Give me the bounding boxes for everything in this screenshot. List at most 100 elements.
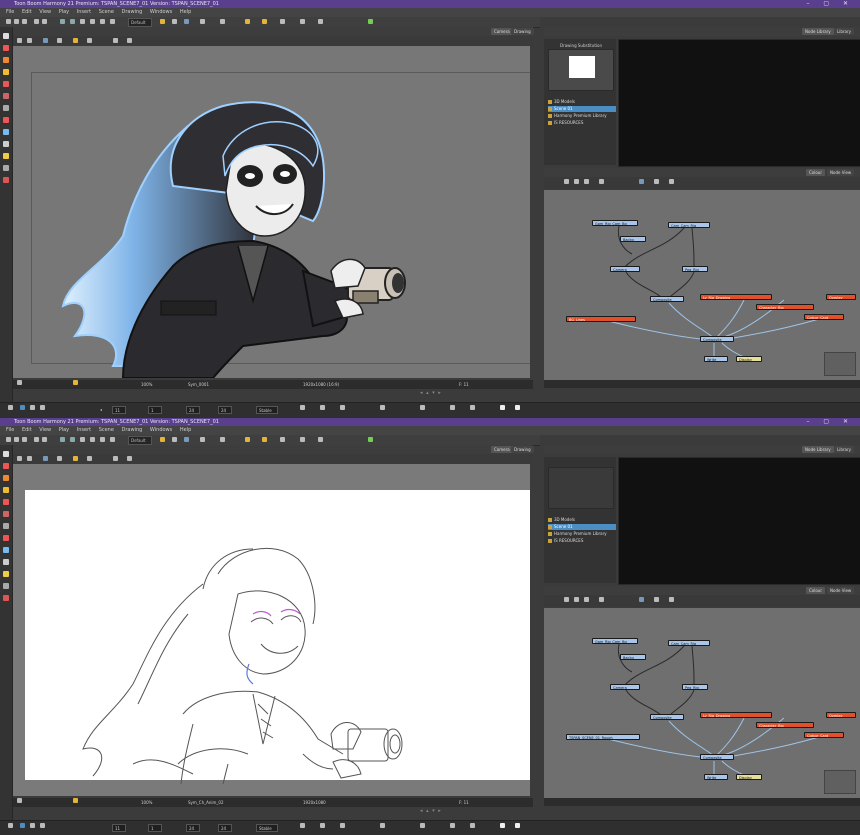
- ease-icon[interactable]: [500, 405, 505, 410]
- camera-icon[interactable]: [184, 19, 189, 24]
- paint-tool-icon[interactable]: [110, 437, 115, 442]
- status-onion-icon[interactable]: [73, 798, 78, 803]
- morph-icon[interactable]: [3, 177, 9, 183]
- rotate-view-icon[interactable]: [27, 456, 32, 461]
- menu-view[interactable]: View: [39, 427, 51, 433]
- tab-colour[interactable]: Colour: [806, 169, 825, 176]
- graph-node[interactable]: Ly_Rig_Drawing: [700, 294, 772, 300]
- node-tool-icon[interactable]: [599, 179, 604, 184]
- key-icon[interactable]: [320, 823, 325, 828]
- fps-field[interactable]: 24: [218, 406, 232, 414]
- tab-drawing[interactable]: Drawing: [511, 28, 534, 35]
- tree-item-selected[interactable]: Scene 01: [548, 524, 616, 530]
- graph-node[interactable]: Backg: [620, 654, 646, 660]
- node-tool-icon[interactable]: [564, 597, 569, 602]
- text-icon[interactable]: [3, 69, 9, 75]
- loop-playback-icon[interactable]: [40, 405, 45, 410]
- menu-insert[interactable]: Insert: [77, 9, 91, 15]
- node-tool-icon[interactable]: [599, 597, 604, 602]
- status-onion-icon[interactable]: [73, 380, 78, 385]
- redo-icon[interactable]: [42, 19, 47, 24]
- menu-drawing[interactable]: Drawing: [122, 9, 143, 15]
- graph-node[interactable]: Gam_Rig_Cam_Bg: [592, 638, 638, 644]
- key-icon[interactable]: [300, 405, 305, 410]
- tab-library[interactable]: Library: [834, 28, 854, 35]
- tree-item[interactable]: IS RESOURCES: [548, 120, 616, 126]
- current-frame-field[interactable]: 11: [112, 824, 126, 832]
- menu-file[interactable]: File: [6, 9, 14, 15]
- shape-icon[interactable]: [3, 535, 9, 541]
- key-icon[interactable]: [320, 405, 325, 410]
- ease-icon[interactable]: [470, 823, 475, 828]
- render-preview-icon[interactable]: [43, 456, 48, 461]
- zoom-tool-icon[interactable]: [3, 583, 9, 589]
- light-table-icon[interactable]: [172, 437, 177, 442]
- playback-mode-select[interactable]: Stable: [256, 824, 278, 832]
- cutter-icon[interactable]: [3, 93, 9, 99]
- tab-colour[interactable]: Colour: [806, 587, 825, 594]
- save-icon[interactable]: [22, 437, 27, 442]
- new-scene-icon[interactable]: [6, 19, 11, 24]
- stop-icon[interactable]: [30, 823, 35, 828]
- flip-icon[interactable]: [200, 19, 205, 24]
- current-frame-field[interactable]: 11: [112, 406, 126, 414]
- ease-icon[interactable]: [450, 823, 455, 828]
- status-icon-1[interactable]: [17, 380, 22, 385]
- mask-icon[interactable]: [57, 456, 62, 461]
- hand-icon[interactable]: [3, 153, 9, 159]
- zoom-tool-icon[interactable]: [3, 165, 9, 171]
- zoom-icon[interactable]: [318, 19, 323, 24]
- camera-icon[interactable]: [184, 437, 189, 442]
- play-icon[interactable]: [20, 823, 25, 828]
- graph-node[interactable]: Peg_Rig: [682, 266, 708, 272]
- deform-icon[interactable]: [113, 38, 118, 43]
- select-icon[interactable]: [3, 33, 9, 39]
- graph-node[interactable]: Character_Rig: [756, 722, 814, 728]
- brush-icon[interactable]: [3, 463, 9, 469]
- playback-icon[interactable]: [220, 437, 225, 442]
- save-icon[interactable]: [22, 19, 27, 24]
- ease-icon[interactable]: [515, 823, 520, 828]
- line-icon[interactable]: [3, 523, 9, 529]
- status-icon-1[interactable]: [17, 798, 22, 803]
- graph-node[interactable]: Character_Rig: [756, 304, 814, 310]
- tab-node-library[interactable]: Node Library: [802, 446, 834, 453]
- brush-tool-icon[interactable]: [80, 437, 85, 442]
- zoom-level[interactable]: 100%: [141, 798, 152, 807]
- bone-icon[interactable]: [127, 456, 132, 461]
- shape-icon[interactable]: [3, 117, 9, 123]
- pencil-icon[interactable]: [3, 475, 9, 481]
- paint-bucket-icon[interactable]: [3, 129, 9, 135]
- graph-node[interactable]: Overlay: [826, 294, 856, 300]
- select-icon[interactable]: [3, 451, 9, 457]
- hand-icon[interactable]: [3, 571, 9, 577]
- reset-view-icon[interactable]: [17, 38, 22, 43]
- tree-item-selected[interactable]: Scene 01: [548, 106, 616, 112]
- eraser-tool-icon[interactable]: [100, 19, 105, 24]
- tree-item[interactable]: Harmony Premium Library: [548, 113, 616, 119]
- onion-skin-icon[interactable]: [160, 19, 165, 24]
- undo-icon[interactable]: [34, 437, 39, 442]
- zoom-level[interactable]: 100%: [141, 380, 152, 389]
- morph-icon[interactable]: [3, 595, 9, 601]
- play-icon[interactable]: [20, 405, 25, 410]
- window-controls[interactable]: – ▢ ✕: [806, 0, 854, 8]
- eraser-icon[interactable]: [3, 81, 9, 87]
- node-navigator[interactable]: [824, 352, 856, 376]
- undo-icon[interactable]: [34, 19, 39, 24]
- dropper-icon[interactable]: [3, 141, 9, 147]
- deform-icon[interactable]: [113, 456, 118, 461]
- node-graph[interactable]: Gam_Rig_Cam_Bg Cam_Cam_Rig Backg Camera …: [544, 608, 860, 798]
- onion-skin-icon[interactable]: [160, 437, 165, 442]
- tree-item[interactable]: Harmony Premium Library: [548, 531, 616, 537]
- menu-scene[interactable]: Scene: [99, 9, 114, 15]
- ease-icon[interactable]: [515, 405, 520, 410]
- graph-node[interactable]: Display: [736, 356, 762, 362]
- ease-icon[interactable]: [420, 405, 425, 410]
- paint-bucket-icon[interactable]: [3, 547, 9, 553]
- graph-node[interactable]: Camera: [610, 684, 640, 690]
- ease-icon[interactable]: [380, 405, 385, 410]
- stop-icon[interactable]: [30, 405, 35, 410]
- graph-node[interactable]: Composite: [650, 714, 684, 720]
- graph-node[interactable]: Gam_Rig_Cam_Bg: [592, 220, 638, 226]
